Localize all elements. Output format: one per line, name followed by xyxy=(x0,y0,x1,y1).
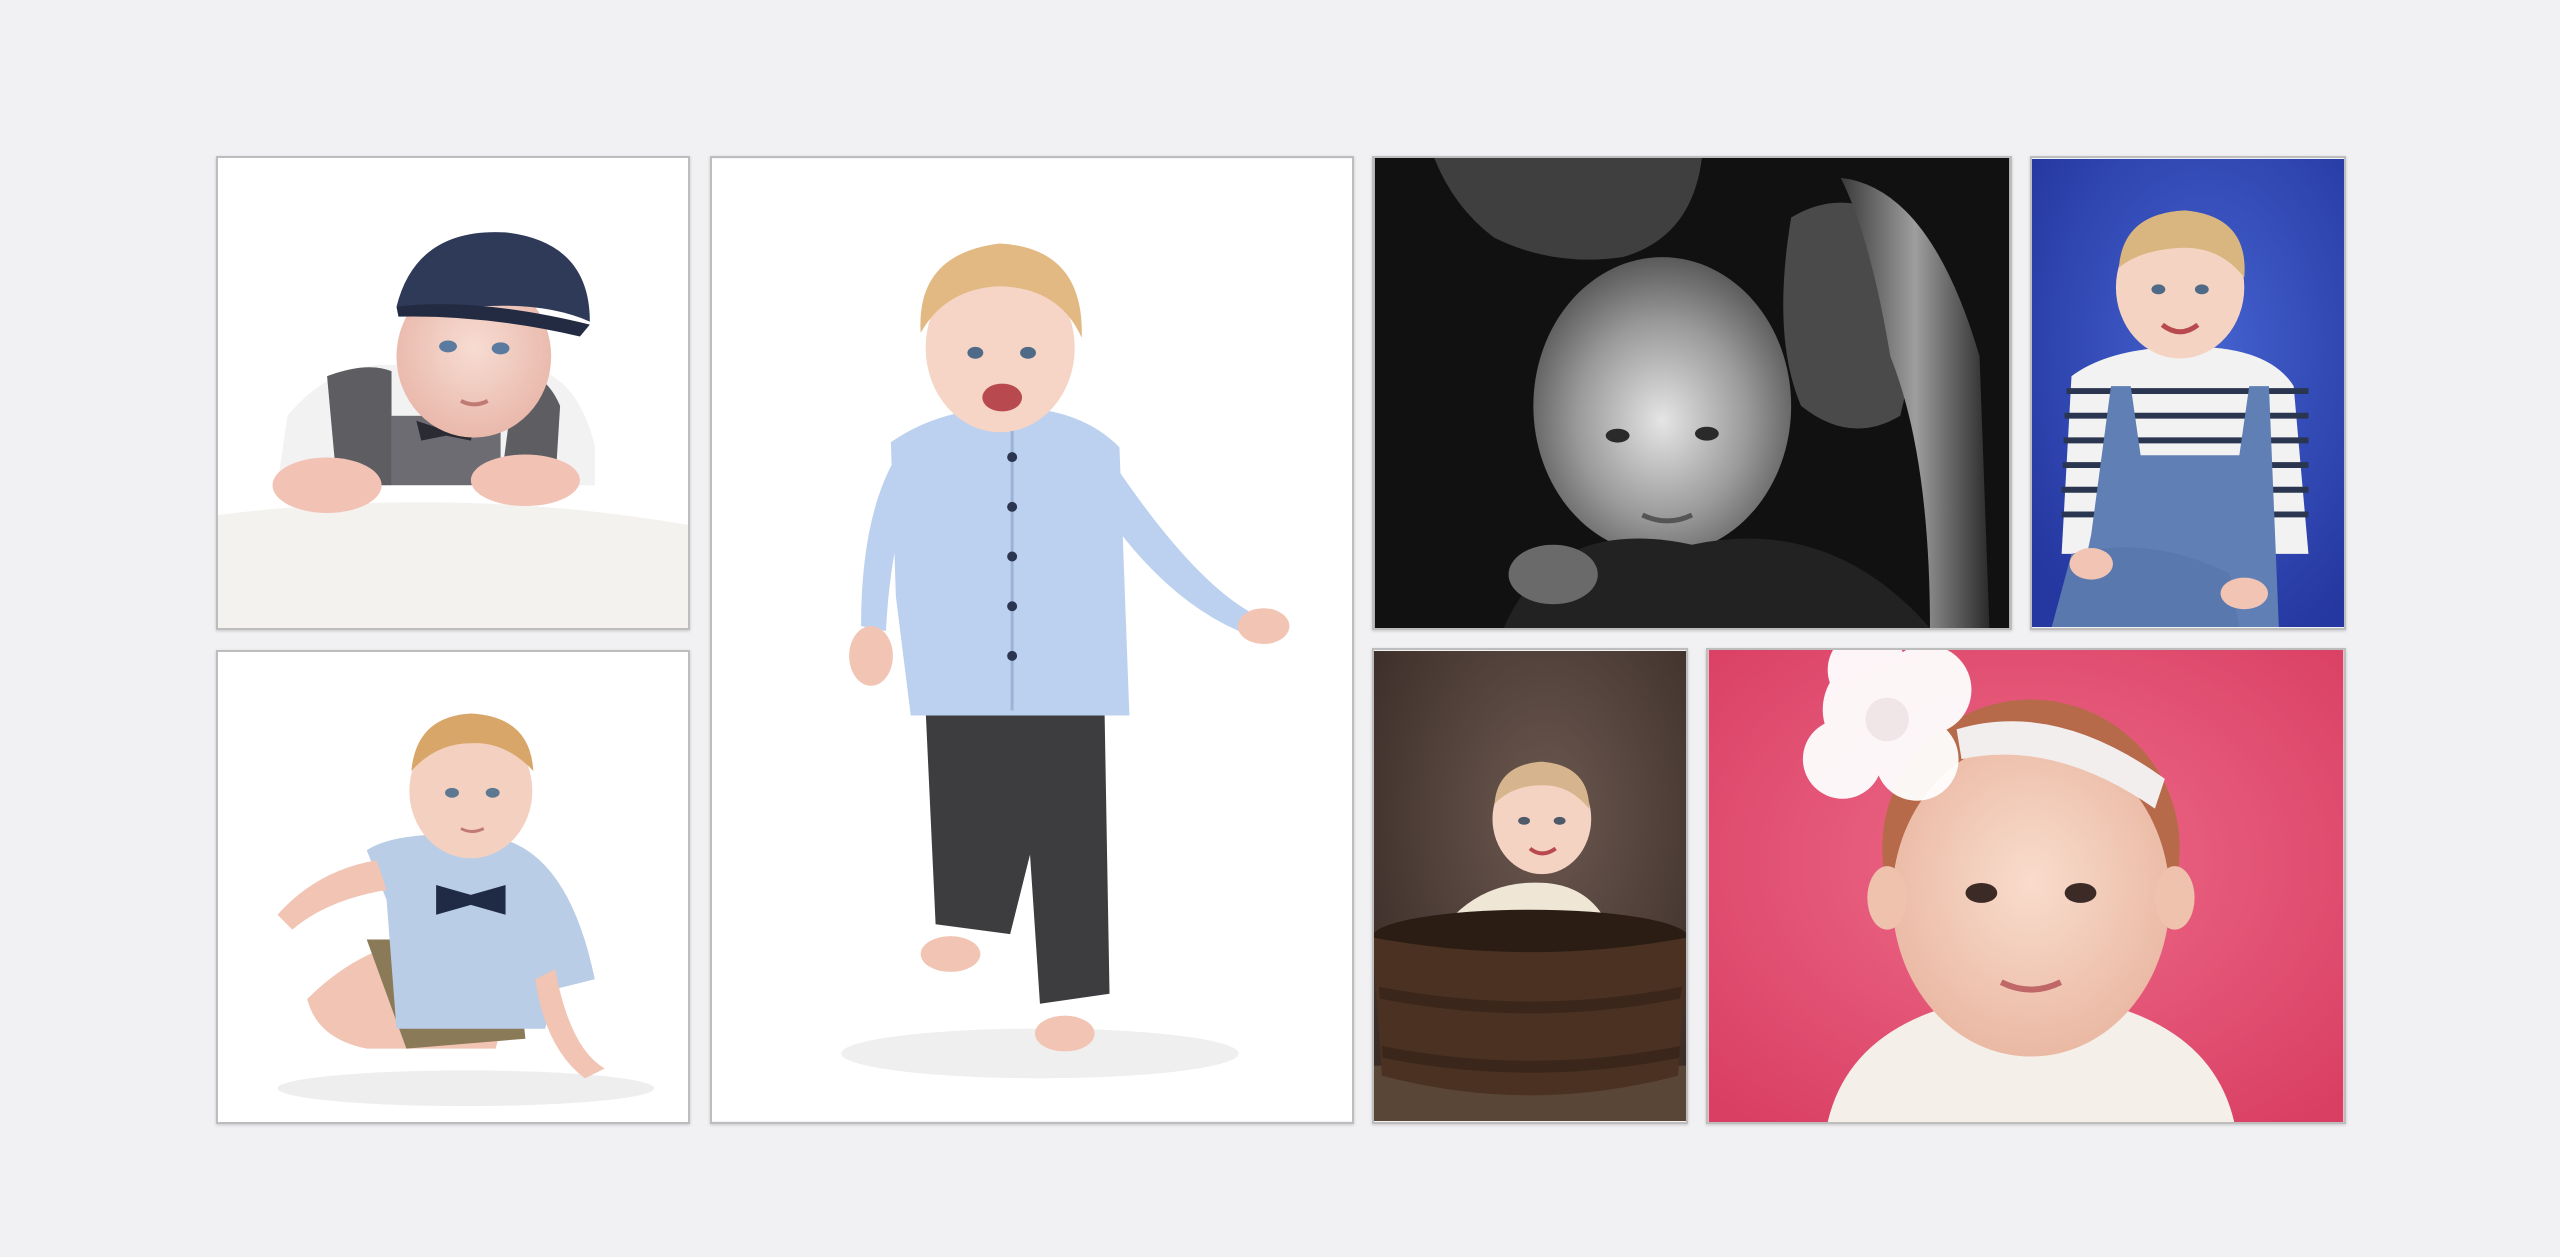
gallery-photo-toddler-walking[interactable] xyxy=(710,156,1354,1124)
gallery-photo-baby-bow-tie[interactable] xyxy=(216,650,690,1124)
baby-dungarees-image xyxy=(2032,159,2344,627)
baby-flat-cap-image xyxy=(218,158,688,628)
gallery-photo-baby-flat-cap[interactable] xyxy=(216,156,690,630)
photo-gallery xyxy=(0,0,2560,1257)
gallery-photo-baby-dungarees[interactable] xyxy=(2030,156,2346,630)
baby-bow-tie-image xyxy=(218,652,688,1122)
baby-wooden-tub-image xyxy=(1374,651,1686,1121)
baby-with-parents-image xyxy=(1374,158,2010,628)
gallery-photo-baby-with-parents-bw[interactable] xyxy=(1372,156,2012,630)
gallery-photo-baby-flower-headband[interactable] xyxy=(1706,648,2346,1124)
gallery-photo-baby-wooden-tub[interactable] xyxy=(1372,648,1688,1124)
toddler-walking-image xyxy=(712,159,1352,1121)
baby-flower-headband-image xyxy=(1708,650,2344,1122)
